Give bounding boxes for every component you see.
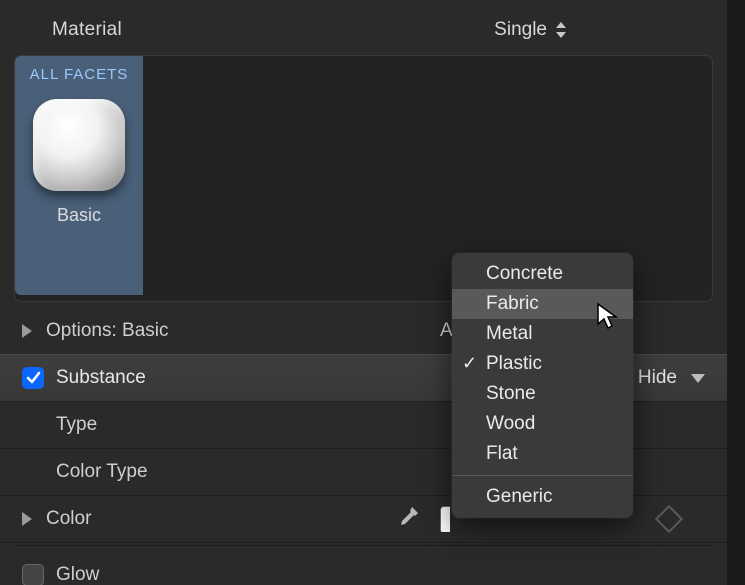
checkmark-icon: ✓: [462, 353, 477, 374]
glow-checkbox[interactable]: [22, 564, 44, 585]
color-swatch[interactable]: [440, 506, 450, 532]
menu-item-fabric[interactable]: Fabric: [452, 289, 633, 319]
inspector-panel: Material Single ALL FACETS Basic Options…: [0, 0, 727, 585]
options-label: Options: Basic: [46, 320, 169, 342]
material-mode-popup[interactable]: Single: [494, 19, 567, 41]
material-mode-value: Single: [494, 19, 547, 41]
menu-separator: [452, 475, 633, 476]
facet-tile-all[interactable]: ALL FACETS Basic: [15, 56, 143, 295]
substance-hide-control[interactable]: Hide: [638, 367, 705, 389]
menu-item-wood[interactable]: Wood: [452, 409, 633, 439]
menu-item-plastic[interactable]: ✓ Plastic: [452, 349, 633, 379]
substance-label: Substance: [56, 367, 146, 389]
menu-item-concrete[interactable]: Concrete: [452, 259, 633, 289]
type-dropdown-menu[interactable]: Concrete Fabric Metal ✓ Plastic Stone Wo…: [452, 253, 633, 518]
scrollbar-track[interactable]: [727, 0, 745, 585]
menu-item-stone[interactable]: Stone: [452, 379, 633, 409]
glow-label: Glow: [56, 564, 99, 585]
color-type-label: Color Type: [56, 461, 148, 483]
chevron-down-icon: [691, 374, 705, 383]
eyedropper-icon[interactable]: [398, 505, 420, 533]
menu-item-metal[interactable]: Metal: [452, 319, 633, 349]
section-separator: [14, 545, 713, 546]
disclosure-icon[interactable]: [22, 324, 32, 338]
material-preview-swatch: [33, 99, 125, 191]
color-label: Color: [46, 508, 91, 530]
material-label: Material: [52, 19, 122, 41]
facet-tile-title: ALL FACETS: [30, 66, 129, 83]
keyframe-diamond-icon[interactable]: [655, 505, 683, 533]
glow-row[interactable]: Glow: [0, 552, 727, 585]
material-header-row: Material Single: [0, 0, 727, 50]
menu-item-plastic-label: Plastic: [486, 353, 542, 375]
substance-hide-label: Hide: [638, 367, 677, 389]
type-label: Type: [56, 414, 97, 436]
disclosure-icon[interactable]: [22, 512, 32, 526]
options-right-hint: A: [440, 320, 453, 342]
substance-checkbox[interactable]: [22, 367, 44, 389]
menu-item-generic[interactable]: Generic: [452, 482, 633, 512]
menu-item-flat[interactable]: Flat: [452, 439, 633, 469]
popup-updown-icon: [555, 21, 567, 39]
material-preview-name: Basic: [57, 205, 101, 226]
